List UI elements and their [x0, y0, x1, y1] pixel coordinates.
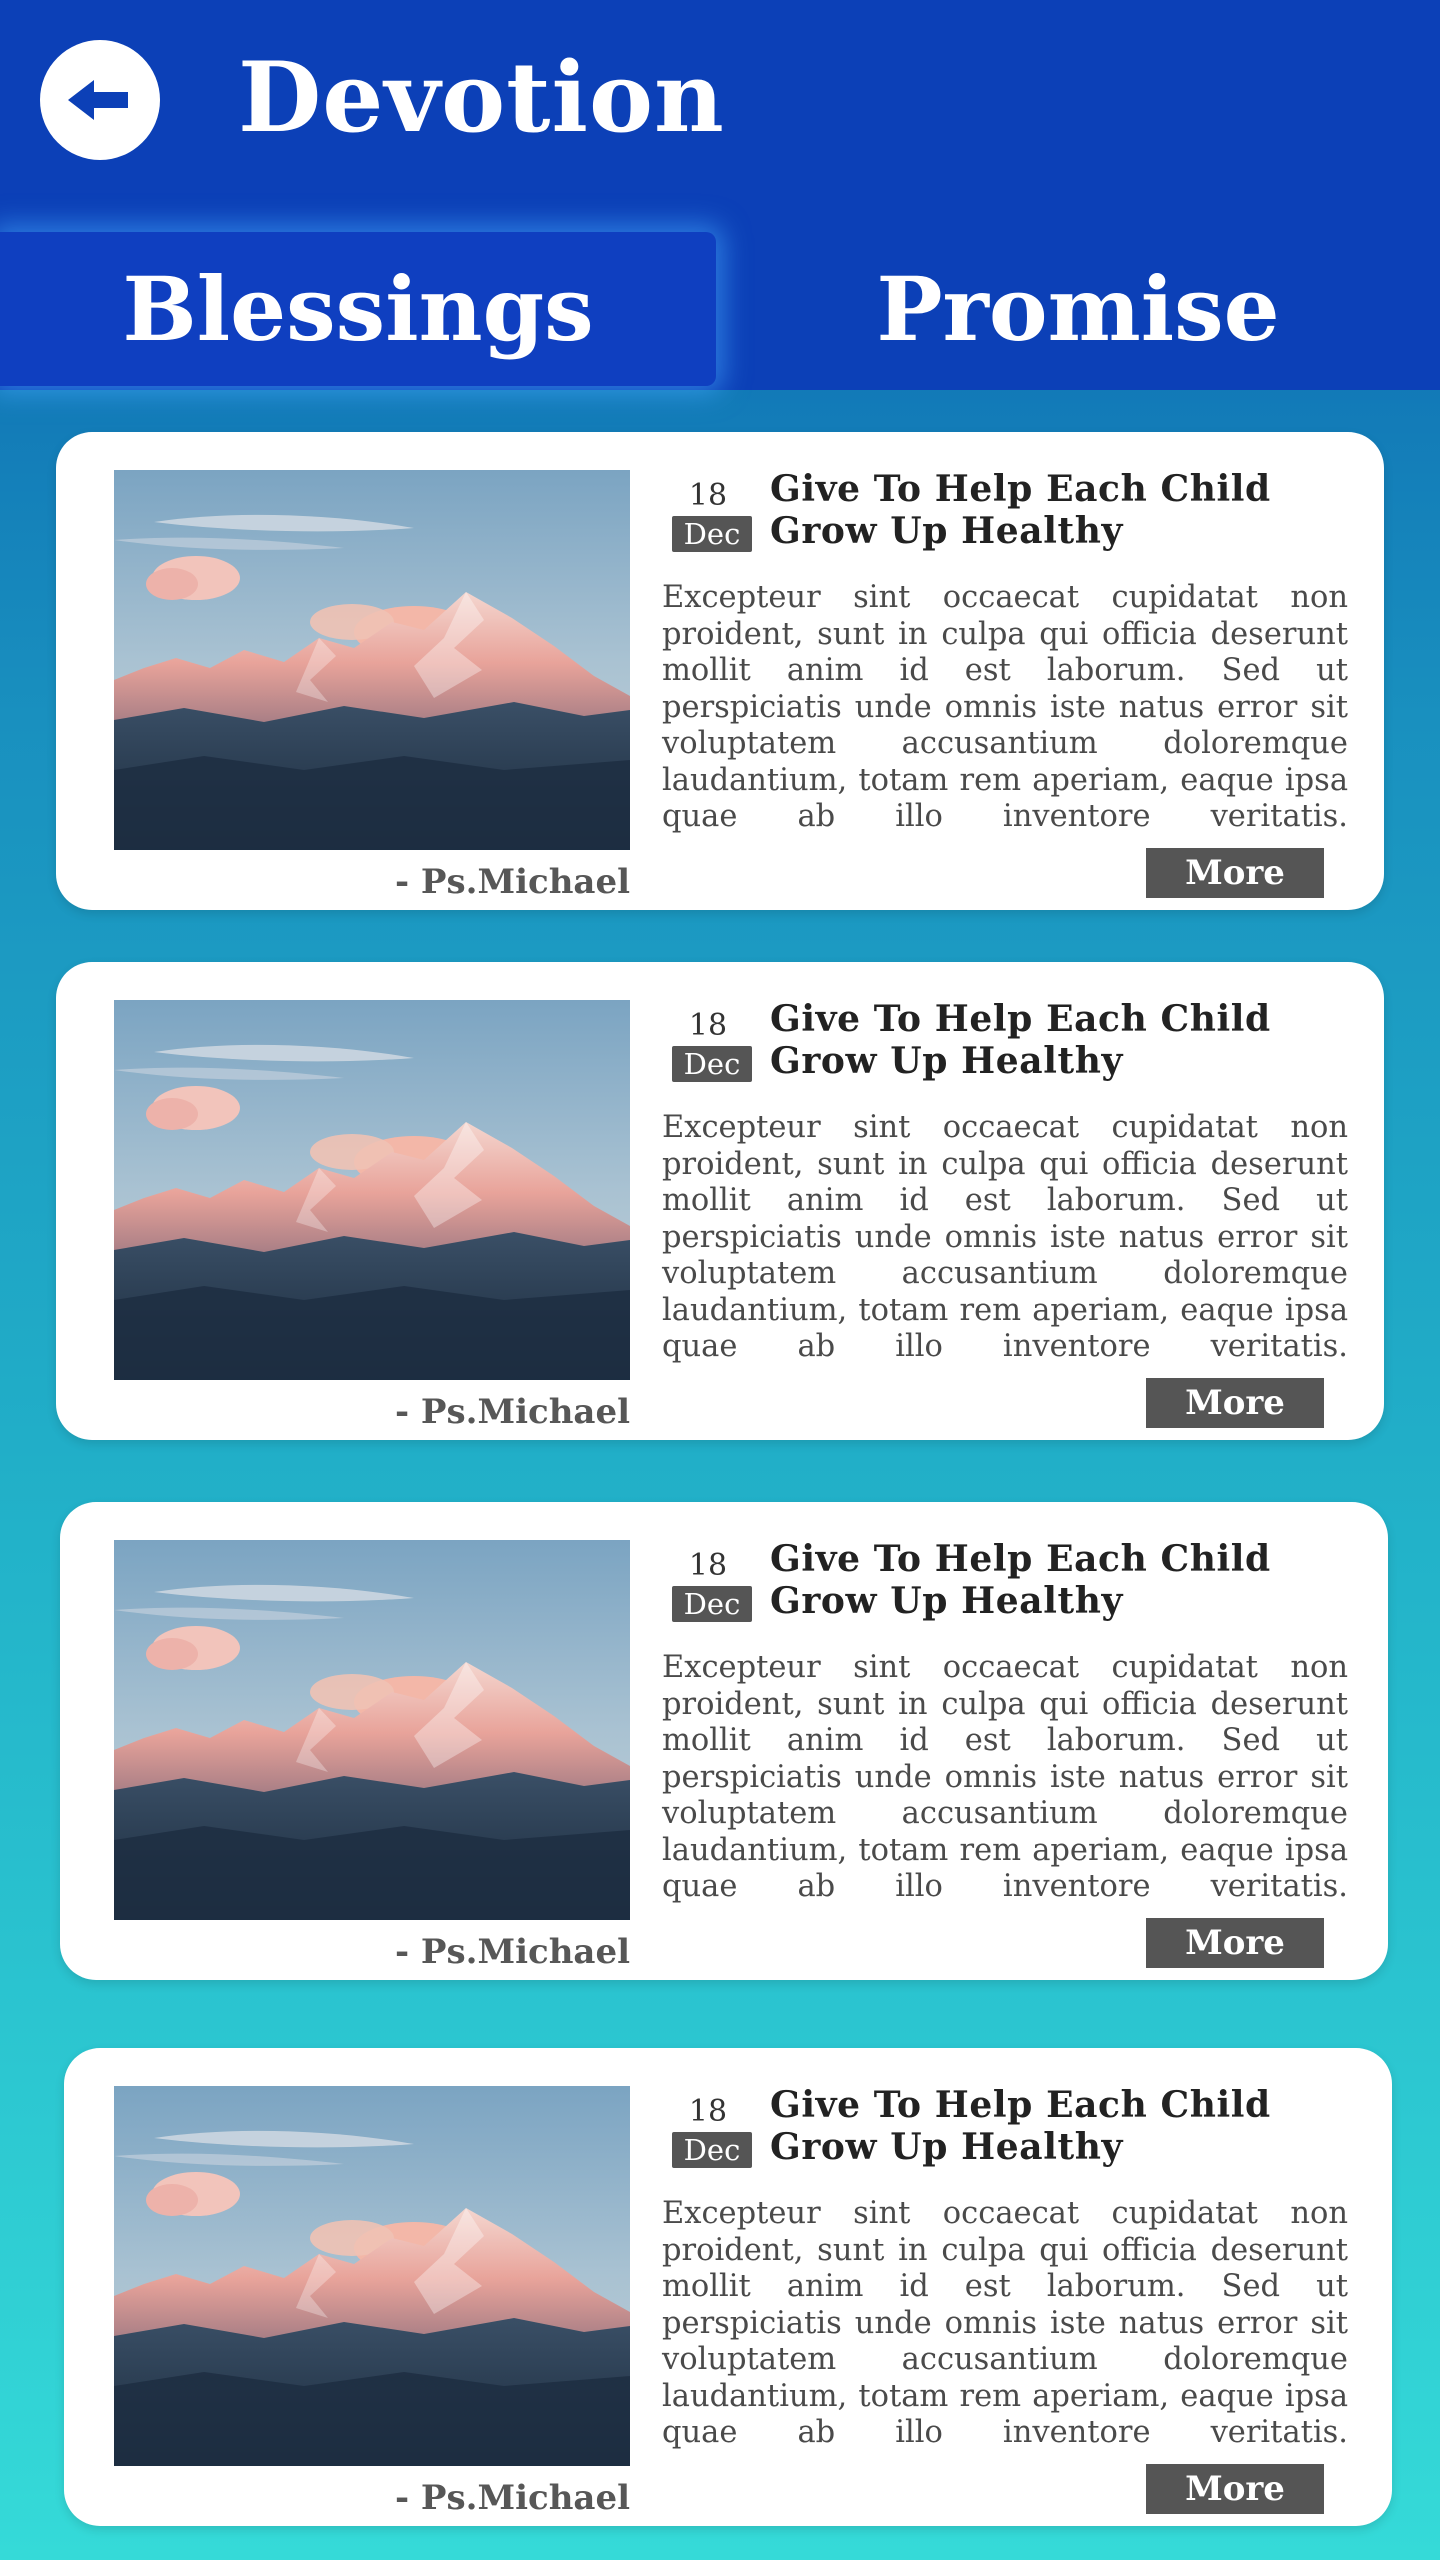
page-title: Devotion: [238, 41, 725, 154]
devotion-card[interactable]: - Ps.Michael 18 Dec Give To Help Each Ch…: [64, 2048, 1392, 2526]
date-month-badge: Dec: [672, 516, 752, 552]
more-button[interactable]: More: [1146, 848, 1324, 898]
card-excerpt: Excepteur sint occaecat cupidatat non pr…: [662, 1650, 1348, 1904]
author-name: - Ps.Michael: [394, 1392, 630, 1432]
mountain-sunset-image: [114, 1540, 630, 1920]
date-month-badge: Dec: [672, 2132, 752, 2168]
card-title: Give To Help Each Child Grow Up Healthy: [770, 1538, 1271, 1622]
author-name: - Ps.Michael: [394, 2478, 630, 2518]
author-name: - Ps.Michael: [394, 862, 630, 902]
date-day: 18: [688, 478, 728, 513]
card-title: Give To Help Each Child Grow Up Healthy: [770, 468, 1271, 552]
date-month-badge: Dec: [672, 1046, 752, 1082]
more-button[interactable]: More: [1146, 1378, 1324, 1428]
date-day: 18: [688, 2094, 728, 2129]
mountain-sunset-image: [114, 470, 630, 850]
card-excerpt: Excepteur sint occaecat cupidatat non pr…: [662, 580, 1348, 834]
tab-label: Blessings: [122, 257, 594, 361]
devotion-card[interactable]: - Ps.Michael 18 Dec Give To Help Each Ch…: [56, 962, 1384, 1440]
card-excerpt: Excepteur sint occaecat cupidatat non pr…: [662, 2196, 1348, 2450]
date-day: 18: [688, 1008, 728, 1043]
devotion-card[interactable]: - Ps.Michael 18 Dec Give To Help Each Ch…: [56, 432, 1384, 910]
card-title: Give To Help Each Child Grow Up Healthy: [770, 2084, 1271, 2168]
tab-promise[interactable]: Promise: [716, 232, 1440, 386]
date-month-badge: Dec: [672, 1586, 752, 1622]
date-day: 18: [688, 1548, 728, 1583]
card-title: Give To Help Each Child Grow Up Healthy: [770, 998, 1271, 1082]
mountain-sunset-image: [114, 1000, 630, 1380]
card-excerpt: Excepteur sint occaecat cupidatat non pr…: [662, 1110, 1348, 1364]
more-button[interactable]: More: [1146, 1918, 1324, 1968]
tab-blessings[interactable]: Blessings: [0, 232, 716, 386]
back-button[interactable]: [40, 40, 160, 160]
more-button[interactable]: More: [1146, 2464, 1324, 2514]
arrow-left-icon: [68, 80, 128, 120]
tab-label: Promise: [876, 257, 1280, 361]
author-name: - Ps.Michael: [394, 1932, 630, 1972]
mountain-sunset-image: [114, 2086, 630, 2466]
app-bar: Devotion Blessings Promise: [0, 0, 1440, 390]
devotion-card[interactable]: - Ps.Michael 18 Dec Give To Help Each Ch…: [60, 1502, 1388, 1980]
